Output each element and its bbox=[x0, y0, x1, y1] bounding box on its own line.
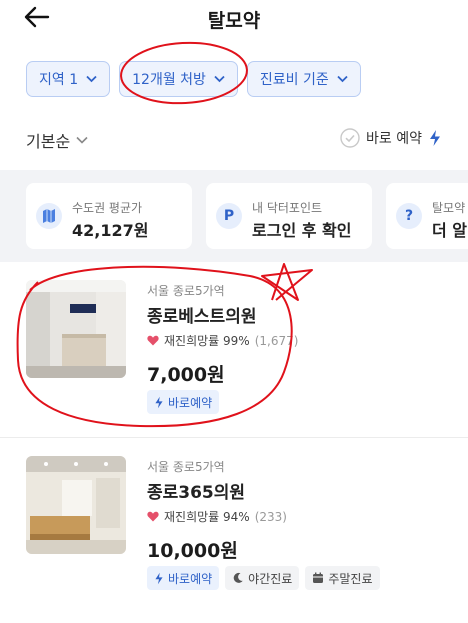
lightning-icon bbox=[155, 396, 163, 408]
filter-fee-basis[interactable]: 진료비 기준 bbox=[246, 61, 361, 97]
clinic-name: 종로365의원 bbox=[147, 483, 246, 503]
question-icon: ? bbox=[396, 203, 422, 229]
lightning-icon bbox=[155, 572, 163, 584]
info-card-hairloss[interactable]: ? 탈모약 더 알 bbox=[386, 183, 468, 249]
info-card-value: 42,127원 bbox=[72, 221, 149, 240]
filter-bar: 지역 1 12개월 처방 진료비 기준 bbox=[26, 61, 361, 97]
info-card-value: 더 알 bbox=[432, 221, 468, 240]
quick-booking-tag: 바로예약 bbox=[147, 390, 220, 414]
chevron-down-icon bbox=[337, 75, 348, 83]
info-card-label: 탈모약 bbox=[432, 201, 466, 215]
night-clinic-tag: 야간진료 bbox=[225, 566, 300, 590]
filter-period-label: 12개월 처방 bbox=[132, 72, 206, 88]
sort-label: 기본순 bbox=[26, 132, 71, 151]
info-card-doctor-points[interactable]: P 내 닥터포인트 로그인 후 확인 bbox=[206, 183, 372, 249]
lightning-icon bbox=[430, 130, 440, 146]
clinic-tags: 바로예약 야간진료 주말진료 bbox=[147, 566, 380, 590]
clinic-photo bbox=[26, 280, 126, 378]
app-header: 탈모약 bbox=[0, 0, 468, 46]
clinic-price: 7,000원 bbox=[147, 364, 225, 386]
clinic-list-item[interactable]: 서울 종로5가역 종로365의원 재진희망률 94% (233) 10,000원… bbox=[0, 438, 468, 614]
clinic-location: 서울 종로5가역 bbox=[147, 460, 225, 474]
rating-count: (1,677) bbox=[254, 333, 299, 348]
quick-booking-toggle[interactable]: 바로 예약 bbox=[340, 128, 442, 148]
quick-booking-tag: 바로예약 bbox=[147, 566, 220, 590]
filter-region-label: 지역 1 bbox=[39, 72, 79, 88]
filter-region[interactable]: 지역 1 bbox=[26, 61, 111, 97]
info-card-average-price[interactable]: 수도권 평균가 42,127원 bbox=[26, 183, 192, 249]
point-p-icon: P bbox=[216, 203, 242, 229]
rating-text: 재진희망률 99% bbox=[164, 334, 250, 348]
info-card-label: 수도권 평균가 bbox=[72, 201, 143, 215]
quick-booking-label: 바로 예약 bbox=[366, 131, 422, 147]
clinic-rating: 재진희망률 99% (1,677) bbox=[147, 332, 298, 349]
info-card-label: 내 닥터포인트 bbox=[252, 201, 323, 215]
clinic-price: 10,000원 bbox=[147, 540, 238, 562]
check-circle-icon bbox=[340, 128, 360, 148]
info-card-value: 로그인 후 확인 bbox=[252, 221, 352, 240]
map-icon bbox=[36, 203, 62, 229]
clinic-location: 서울 종로5가역 bbox=[147, 284, 225, 298]
calendar-icon bbox=[313, 572, 324, 583]
heart-icon bbox=[147, 511, 159, 522]
info-card-strip: 수도권 평균가 42,127원 P 내 닥터포인트 로그인 후 확인 ? 탈모약… bbox=[0, 170, 468, 262]
clinic-photo bbox=[26, 456, 126, 554]
filter-prescription-period[interactable]: 12개월 처방 bbox=[119, 61, 238, 97]
weekend-clinic-tag: 주말진료 bbox=[305, 566, 380, 590]
page-title: 탈모약 bbox=[207, 10, 261, 32]
chevron-down-icon bbox=[214, 75, 225, 83]
chevron-down-icon bbox=[76, 136, 88, 144]
chevron-down-icon bbox=[86, 75, 97, 83]
sort-row: 기본순 바로 예약 bbox=[26, 128, 442, 154]
rating-count: (233) bbox=[254, 509, 287, 524]
sort-dropdown[interactable]: 기본순 bbox=[26, 128, 88, 152]
heart-icon bbox=[147, 335, 159, 346]
rating-text: 재진희망률 94% bbox=[164, 510, 250, 524]
moon-icon bbox=[233, 572, 243, 583]
clinic-name: 종로베스트의원 bbox=[147, 307, 257, 327]
clinic-list-item[interactable]: 서울 종로5가역 종로베스트의원 재진희망률 99% (1,677) 7,000… bbox=[0, 262, 468, 438]
filter-fee-label: 진료비 기준 bbox=[259, 72, 329, 88]
clinic-tags: 바로예약 bbox=[147, 390, 220, 414]
clinic-rating: 재진희망률 94% (233) bbox=[147, 508, 287, 525]
